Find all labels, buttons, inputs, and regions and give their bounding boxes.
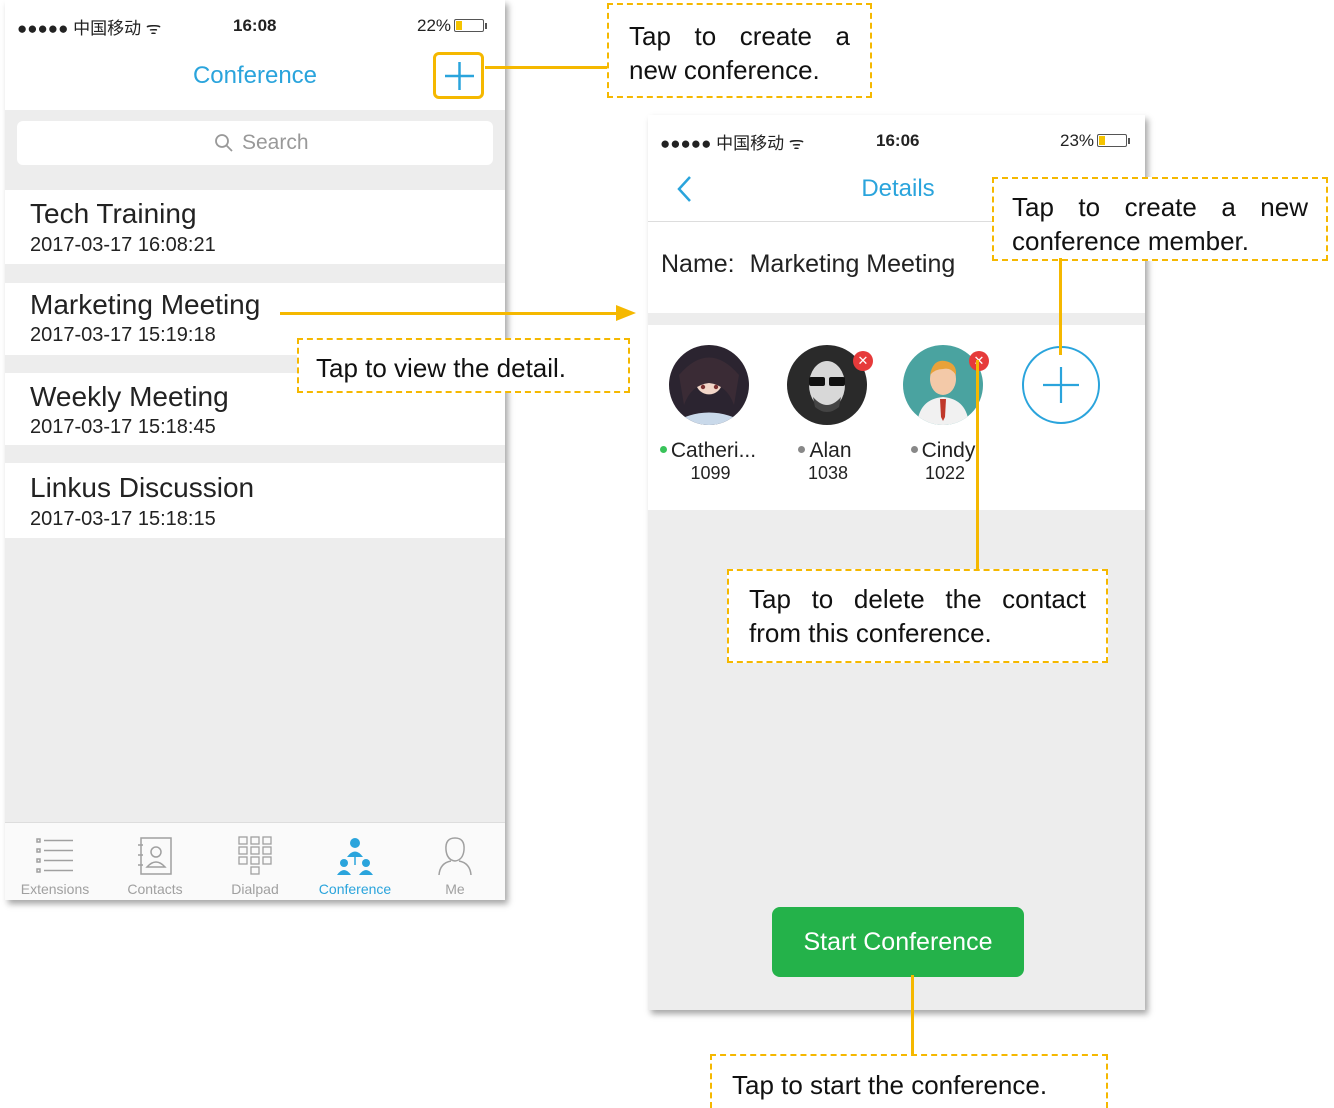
conference-list-screen: ●●●●● 中国移动 ᯤ 16:08 22% Conference Search…: [5, 0, 505, 900]
tab-label: Conference: [318, 881, 392, 897]
section-separator: [648, 313, 1145, 325]
conference-icon: [337, 838, 373, 875]
search-icon: [215, 134, 233, 152]
status-bar: ●●●●● 中国移动 ᯤ 16:06 23%: [648, 115, 1145, 155]
member-name-text: Alan: [809, 439, 852, 462]
online-status-dot: [659, 446, 667, 453]
status-bar: ●●●●● 中国移动 ᯤ 16:08 22%: [5, 0, 505, 40]
callout-delete-contact: Tap to delete the contact from this conf…: [727, 569, 1108, 663]
list-empty-area: [5, 545, 505, 823]
avatar[interactable]: [669, 345, 749, 425]
person-icon: [438, 837, 472, 876]
conference-date: 2017-03-17 15:18:15: [30, 508, 216, 530]
callout-view-detail: Tap to view the detail.: [297, 338, 630, 393]
carrier-label: ●●●●● 中国移动 ᯤ: [17, 19, 162, 38]
contacts-book-icon: [138, 837, 172, 875]
callout-line: [911, 975, 914, 1055]
clock: 16:06: [876, 131, 920, 150]
tab-contacts[interactable]: Contacts: [105, 823, 205, 900]
member-name-text: Catheri...: [670, 439, 757, 462]
battery-icon: [454, 19, 488, 32]
chevron-left-icon: [677, 176, 691, 202]
callout-create-member: Tap to create a new conference member.: [992, 177, 1328, 261]
start-conference-button[interactable]: Start Conference: [772, 907, 1024, 977]
battery-indicator: 22%: [417, 16, 488, 36]
list-item[interactable]: Linkus Discussion 2017-03-17 15:18:15: [5, 463, 505, 538]
carrier-label: ●●●●● 中国移动 ᯤ: [660, 134, 805, 153]
clock: 16:08: [233, 16, 277, 35]
member-ext: 1099: [690, 463, 731, 483]
callout-create-conference: Tap to create a new conference.: [607, 3, 872, 98]
member-name: Alan: [770, 439, 880, 463]
tab-extensions[interactable]: Extensions: [5, 823, 105, 900]
list-icon: [36, 838, 73, 873]
tab-label: Extensions: [20, 881, 90, 897]
offline-status-dot: [798, 446, 806, 453]
callout-line: [280, 312, 620, 315]
callout-line: [976, 360, 979, 570]
conference-name: Marketing Meeting: [30, 289, 261, 320]
dialpad-icon: [238, 836, 272, 875]
name-value: Marketing Meeting: [749, 250, 956, 278]
conference-name: Weekly Meeting: [30, 381, 229, 412]
conference-name: Tech Training: [30, 198, 197, 229]
member-name: Cindy: [888, 439, 998, 463]
battery-percent: 23%: [1060, 131, 1095, 150]
battery-icon: [1097, 134, 1131, 147]
search-bar-area: Search: [5, 110, 505, 190]
tab-conference[interactable]: Conference: [305, 823, 405, 900]
plus-circle-icon: [1022, 346, 1100, 424]
member-name: Catheri...: [648, 439, 768, 463]
tab-label: Dialpad: [231, 881, 279, 897]
conference-name-row[interactable]: Name: Marketing Meeting: [661, 250, 955, 279]
page-title: Conference: [192, 62, 318, 89]
page-title: Details: [861, 175, 935, 202]
conference-date: 2017-03-17 15:18:45: [30, 416, 216, 438]
member-photo: [669, 357, 749, 425]
highlight-box: [433, 52, 484, 99]
back-button[interactable]: [670, 169, 700, 209]
tab-label: Contacts: [127, 881, 183, 897]
search-placeholder: Search: [242, 131, 309, 154]
search-input[interactable]: Search: [17, 121, 493, 165]
callout-line: [1059, 258, 1062, 355]
callout-start-conference: Tap to start the conference.: [710, 1054, 1108, 1108]
tab-label: Me: [445, 881, 465, 897]
conference-date: 2017-03-17 16:08:21: [30, 234, 216, 256]
battery-indicator: 23%: [1060, 131, 1131, 151]
battery-percent: 22%: [417, 16, 452, 35]
tab-bar: Extensions Contacts Dialpad Conference M…: [5, 822, 505, 900]
list-item[interactable]: Tech Training 2017-03-17 16:08:21: [5, 190, 505, 264]
arrow-head: [616, 305, 636, 321]
tab-me[interactable]: Me: [405, 823, 505, 900]
name-label: Name:: [661, 250, 735, 278]
battery-level: [456, 21, 463, 30]
callout-line: [485, 66, 607, 69]
member-ext: 1022: [924, 463, 966, 483]
conference-date: 2017-03-17 15:19:18: [30, 324, 216, 346]
battery-level: [1099, 136, 1106, 145]
member-ext: 1038: [807, 463, 849, 483]
add-member-button[interactable]: [1021, 345, 1101, 425]
delete-member-button[interactable]: ✕: [853, 351, 873, 371]
member-name-text: Cindy: [921, 439, 976, 462]
tab-dialpad[interactable]: Dialpad: [205, 823, 305, 900]
offline-status-dot: [910, 446, 918, 453]
conference-name: Linkus Discussion: [30, 472, 255, 503]
delete-member-button[interactable]: ✕: [969, 351, 989, 371]
